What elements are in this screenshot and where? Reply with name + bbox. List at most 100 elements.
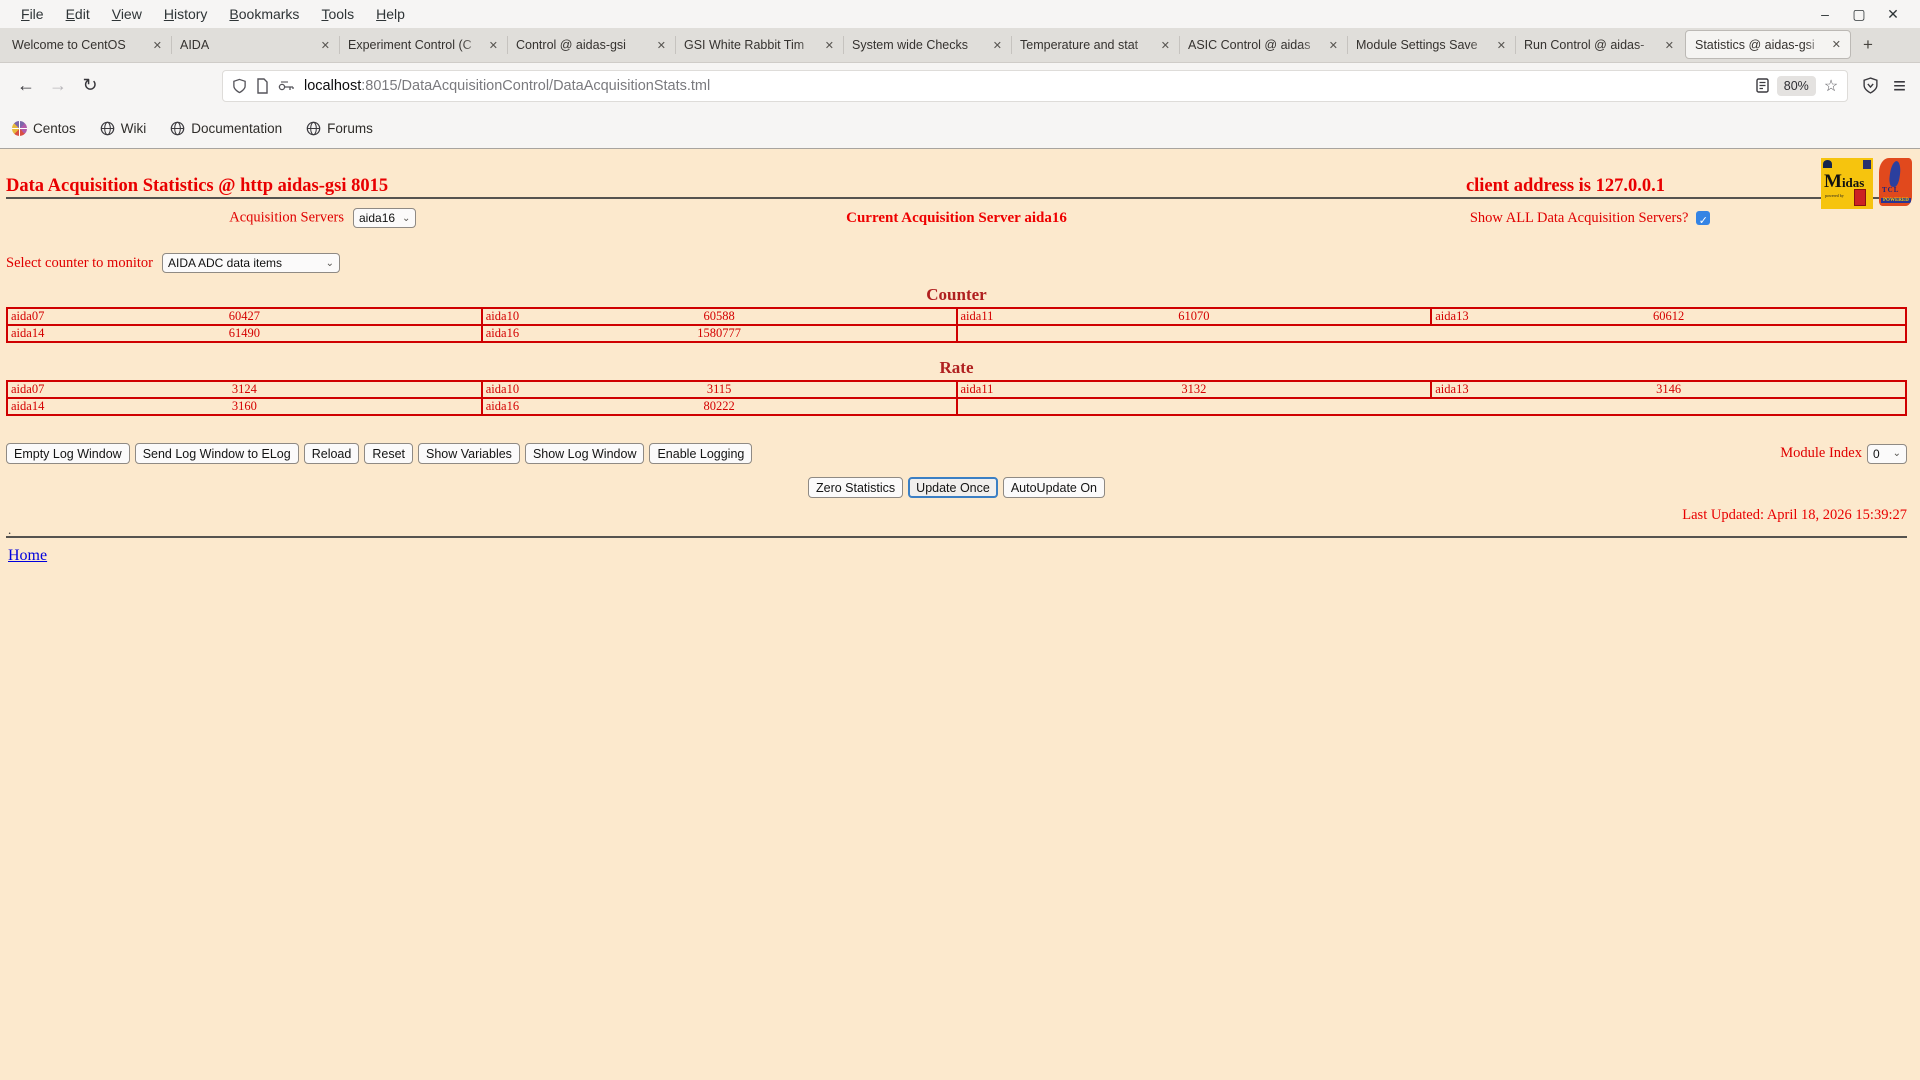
rate-value: 80222 (483, 399, 956, 414)
bookmark-centos[interactable]: Centos (12, 121, 76, 136)
tab-close-icon[interactable]: ✕ (825, 39, 834, 52)
server-name: aida11 (961, 382, 994, 397)
menu-hamburger-icon[interactable]: ≡ (1893, 76, 1906, 96)
acquisition-server-select[interactable]: aida16 ⌄ (353, 208, 416, 228)
tab-close-icon[interactable]: ✕ (993, 39, 1002, 52)
menu-bar: File Edit View History Bookmarks Tools H… (0, 0, 1920, 28)
url-bar[interactable]: localhost:8015/DataAcquisitionControl/Da… (222, 70, 1848, 102)
account-shield-icon[interactable] (1862, 77, 1879, 94)
dot-text: . (6, 524, 1907, 536)
menu-view[interactable]: View (101, 4, 153, 24)
page-content: Midas powered by TCL POWERED Data Acquis… (0, 149, 1920, 1079)
server-name: aida11 (961, 309, 994, 324)
show-all-checkbox[interactable]: ✓ (1696, 211, 1710, 225)
table-row: aida143160 aida1680222 (7, 398, 1906, 415)
enable-logging-button[interactable]: Enable Logging (649, 443, 752, 464)
table-row: aida0760427 aida1060588 aida1161070 aida… (7, 308, 1906, 325)
rate-value: 3132 (958, 382, 1431, 397)
reader-view-icon[interactable] (1756, 78, 1769, 93)
tab-close-icon[interactable]: ✕ (153, 39, 162, 52)
tab-asic-control[interactable]: ASIC Control @ aidas ✕ (1179, 28, 1347, 62)
tab-statistics-active[interactable]: Statistics @ aidas-gsi ✕ (1685, 30, 1851, 59)
tab-close-icon[interactable]: ✕ (1497, 39, 1506, 52)
rate-value: 3115 (483, 382, 956, 397)
bookmark-wiki[interactable]: Wiki (100, 121, 147, 136)
module-index-label: Module Index (1780, 445, 1862, 462)
servers-row: Acquisition Servers aida16 ⌄ Current Acq… (6, 208, 1907, 228)
tab-gsi-white-rabbit[interactable]: GSI White Rabbit Tim ✕ (675, 28, 843, 62)
home-link[interactable]: Home (8, 547, 47, 565)
page-info-icon[interactable] (256, 78, 269, 94)
counter-value: 60588 (483, 309, 956, 324)
rate-table: aida073124 aida103115 aida113132 aida133… (6, 380, 1907, 416)
reload-icon[interactable]: ↻ (74, 70, 106, 102)
update-buttons-row: Zero Statistics Update Once AutoUpdate O… (6, 477, 1907, 498)
divider (6, 536, 1907, 538)
tab-bar: Welcome to CentOS ✕ AIDA ✕ Experiment Co… (0, 28, 1920, 63)
tab-temperature[interactable]: Temperature and stat ✕ (1011, 28, 1179, 62)
tab-run-control[interactable]: Run Control @ aidas- ✕ (1515, 28, 1683, 62)
divider (6, 197, 1907, 199)
menu-file[interactable]: File (10, 4, 55, 24)
minimize-button[interactable]: – (1816, 5, 1834, 23)
counter-value: 60427 (8, 309, 481, 324)
server-name: aida14 (11, 326, 44, 341)
counter-value: 61070 (958, 309, 1431, 324)
globe-icon (170, 121, 185, 136)
url-text[interactable]: localhost:8015/DataAcquisitionControl/Da… (304, 78, 1756, 94)
reload-button[interactable]: Reload (304, 443, 360, 464)
close-button[interactable]: ✕ (1884, 5, 1902, 23)
back-icon[interactable]: ← (10, 70, 42, 102)
zero-statistics-button[interactable]: Zero Statistics (808, 477, 903, 498)
send-log-window-to-elog-button[interactable]: Send Log Window to ELog (135, 443, 299, 464)
tab-close-icon[interactable]: ✕ (1329, 39, 1338, 52)
counter-value: 61490 (8, 326, 481, 341)
module-index-select[interactable]: 0 ⌄ (1867, 444, 1907, 464)
menu-edit[interactable]: Edit (55, 4, 101, 24)
tab-aida[interactable]: AIDA ✕ (171, 28, 339, 62)
chevron-down-icon: ⌄ (402, 213, 410, 224)
shield-icon[interactable] (232, 78, 247, 94)
tab-experiment-control[interactable]: Experiment Control (C ✕ (339, 28, 507, 62)
tab-close-icon[interactable]: ✕ (657, 39, 666, 52)
new-tab-button[interactable]: + (1853, 30, 1883, 60)
server-name: aida14 (11, 399, 44, 414)
tcl-powered-logo[interactable]: TCL POWERED (1879, 158, 1912, 206)
forward-icon[interactable]: → (42, 70, 74, 102)
navigation-toolbar: ← → ↻ localhost:8015/DataAcquisitionCont… (0, 63, 1920, 108)
reset-button[interactable]: Reset (364, 443, 413, 464)
bookmark-forums[interactable]: Forums (306, 121, 373, 136)
bookmark-star-icon[interactable]: ☆ (1824, 76, 1838, 96)
server-name: aida16 (486, 326, 519, 341)
globe-icon (100, 121, 115, 136)
tab-welcome-centos[interactable]: Welcome to CentOS ✕ (3, 28, 171, 62)
tab-close-icon[interactable]: ✕ (1832, 38, 1841, 51)
current-server-text: Current Acquisition Server aida16 (846, 210, 1067, 226)
tab-system-wide-checks[interactable]: System wide Checks ✕ (843, 28, 1011, 62)
empty-log-window-button[interactable]: Empty Log Window (6, 443, 130, 464)
show-variables-button[interactable]: Show Variables (418, 443, 520, 464)
globe-icon (306, 121, 321, 136)
tab-module-settings[interactable]: Module Settings Save ✕ (1347, 28, 1515, 62)
update-once-button[interactable]: Update Once (908, 477, 998, 498)
page-title: Data Acquisition Statistics @ http aidas… (6, 176, 388, 197)
tab-control[interactable]: Control @ aidas-gsi ✕ (507, 28, 675, 62)
tab-close-icon[interactable]: ✕ (489, 39, 498, 52)
rate-section-title: Rate (6, 358, 1907, 378)
maximize-button[interactable]: ▢ (1850, 5, 1868, 23)
autoupdate-on-button[interactable]: AutoUpdate On (1003, 477, 1105, 498)
zoom-level-badge[interactable]: 80% (1777, 76, 1816, 96)
show-log-window-button[interactable]: Show Log Window (525, 443, 645, 464)
tab-close-icon[interactable]: ✕ (1161, 39, 1170, 52)
menu-tools[interactable]: Tools (310, 4, 365, 24)
bookmark-documentation[interactable]: Documentation (170, 121, 282, 136)
show-all-label: Show ALL Data Acquisition Servers? (1470, 210, 1689, 226)
menu-history[interactable]: History (153, 4, 219, 24)
tab-close-icon[interactable]: ✕ (1665, 39, 1674, 52)
tab-close-icon[interactable]: ✕ (321, 39, 330, 52)
menu-help[interactable]: Help (365, 4, 416, 24)
server-name: aida13 (1435, 309, 1468, 324)
counter-monitor-select[interactable]: AIDA ADC data items ⌄ (162, 253, 340, 273)
midas-logo[interactable]: Midas powered by (1821, 158, 1873, 209)
menu-bookmarks[interactable]: Bookmarks (218, 4, 310, 24)
